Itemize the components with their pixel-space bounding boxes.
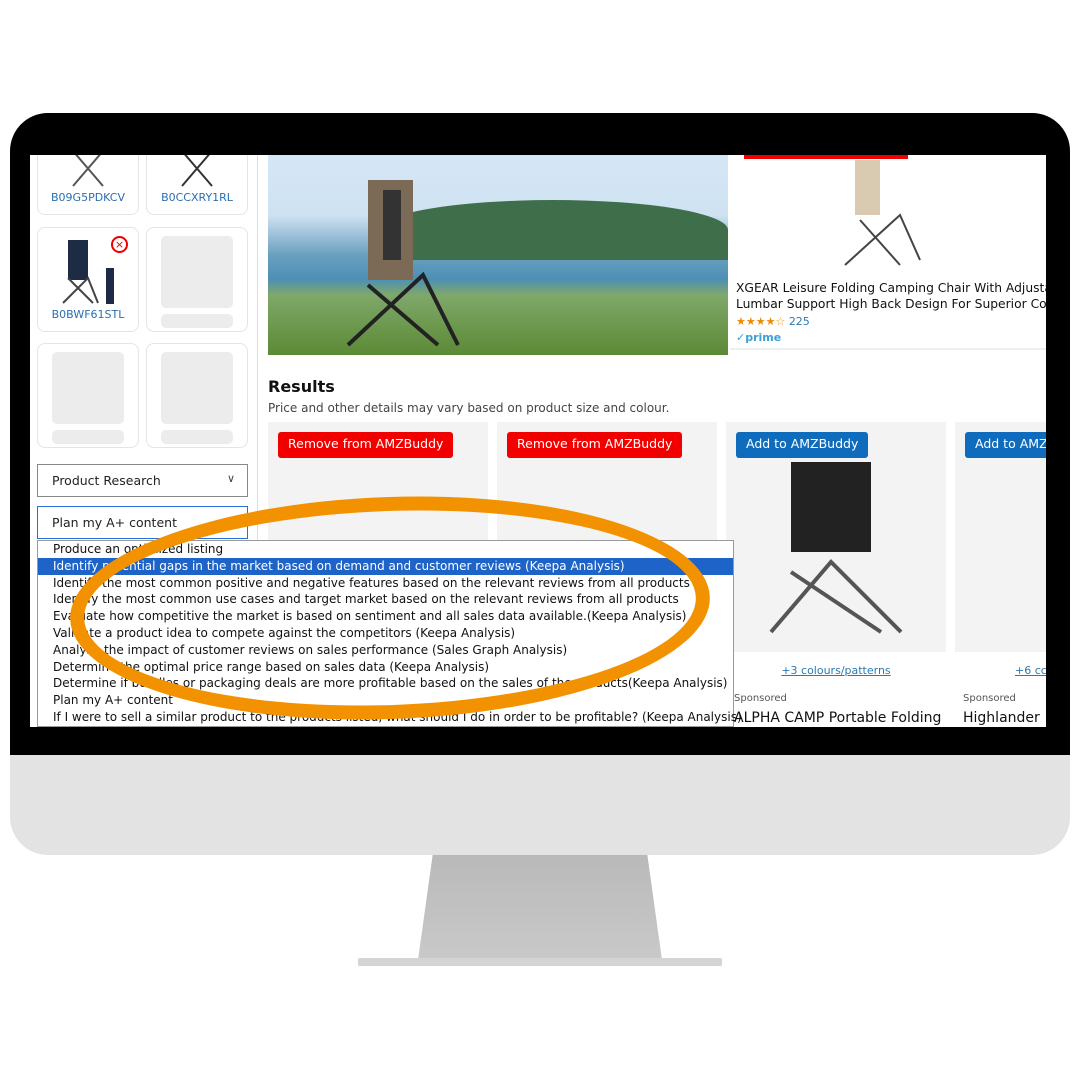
sponsored-label: Sponsored	[734, 693, 787, 704]
dropdown-option[interactable]: Determine the optimal price range based …	[38, 659, 733, 676]
screen: B09G5PDKCV B0CCXRY1RL × B0BWF61STL Produ…	[30, 155, 1046, 727]
product-title[interactable]: Highlander	[963, 710, 1046, 726]
empty-tile	[146, 227, 248, 332]
chair-image	[844, 160, 921, 266]
featured-product-card[interactable]: XGEAR Leisure Folding Camping Chair With…	[730, 155, 1046, 350]
dropdown-option[interactable]: If I were to sell a similar product to t…	[38, 709, 742, 726]
product-card[interactable]: Add to AMZBuddy +3 colours/patterns Spons…	[726, 422, 946, 727]
chevron-down-icon: ∨	[226, 514, 235, 527]
asin-label[interactable]: B0BWF61STL	[38, 308, 138, 321]
dropdown-option[interactable]: Determine if bundles or packaging deals …	[38, 675, 733, 692]
chair-image	[72, 155, 104, 187]
product-title[interactable]: XGEAR Leisure Folding Camping Chair With…	[736, 280, 1046, 296]
results-heading: Results	[268, 377, 335, 396]
chair-image	[769, 462, 903, 634]
star-rating-icon: ★★★★☆	[736, 315, 786, 328]
select-value: Plan my A+ content	[52, 515, 177, 530]
select-value: Product Research	[52, 473, 161, 488]
remove-from-amzbuddy-button[interactable]: Remove from AMZBuddy	[507, 432, 683, 458]
product-tile[interactable]: B0CCXRY1RL	[146, 155, 248, 215]
product-title-line2[interactable]: Lumbar Support High Back Design For Supe…	[736, 296, 1046, 312]
chair-image	[181, 155, 213, 187]
dropdown-option[interactable]: Identify the most common use cases and t…	[38, 591, 733, 608]
dropdown-option[interactable]: Identify the most common positive and ne…	[38, 575, 733, 592]
review-count[interactable]: 225	[789, 315, 810, 328]
monitor-stand	[418, 855, 662, 960]
product-tile[interactable]: B09G5PDKCV	[37, 155, 139, 215]
dropdown-option[interactable]: Validate a product idea to compete again…	[38, 625, 733, 642]
prime-badge: ✓prime	[736, 331, 782, 344]
remove-icon[interactable]: ×	[111, 236, 128, 253]
empty-tile	[146, 343, 248, 448]
remove-from-amzbuddy-button[interactable]: Remove from AMZBuddy	[278, 432, 454, 458]
add-to-amzbuddy-button[interactable]: Add to AMZBuddy	[736, 432, 869, 458]
research-type-select[interactable]: Product Research ∨	[37, 464, 248, 497]
product-card[interactable]: Add to AMZ +6 cc Sponsored Highlander	[955, 422, 1046, 727]
variants-link[interactable]: +6 cc	[1015, 664, 1046, 677]
dropdown-option[interactable]: Plan my A+ content	[38, 692, 733, 709]
monitor-base	[358, 958, 722, 966]
dropdown-option[interactable]: Evaluate how competitive the market is b…	[38, 608, 733, 625]
asin-label[interactable]: B0CCXRY1RL	[147, 191, 247, 204]
product-title[interactable]: ALPHA CAMP Portable Folding	[734, 710, 946, 726]
sponsored-label: Sponsored	[963, 693, 1016, 704]
add-to-amzbuddy-button[interactable]: Add to AMZ	[965, 432, 1046, 458]
empty-tile	[37, 343, 139, 448]
task-dropdown-list[interactable]: Produce an optimized listing Identify po…	[37, 540, 742, 727]
variants-link[interactable]: +3 colours/patterns	[726, 664, 946, 677]
hero-banner-image[interactable]	[268, 155, 728, 355]
task-select[interactable]: Plan my A+ content ∨	[37, 506, 248, 539]
product-tile[interactable]: × B0BWF61STL	[37, 227, 139, 332]
chair-image	[346, 180, 460, 347]
chevron-down-icon: ∨	[226, 472, 235, 485]
results-subtitle: Price and other details may vary based o…	[268, 401, 670, 415]
dropdown-option-highlighted[interactable]: Identify potential gaps in the market ba…	[38, 557, 733, 575]
dropdown-option[interactable]: Produce an optimized listing	[38, 541, 733, 558]
asin-label[interactable]: B09G5PDKCV	[38, 191, 138, 204]
dropdown-option[interactable]: Analyse the impact of customer reviews o…	[38, 642, 733, 659]
monitor-chin	[10, 755, 1070, 855]
